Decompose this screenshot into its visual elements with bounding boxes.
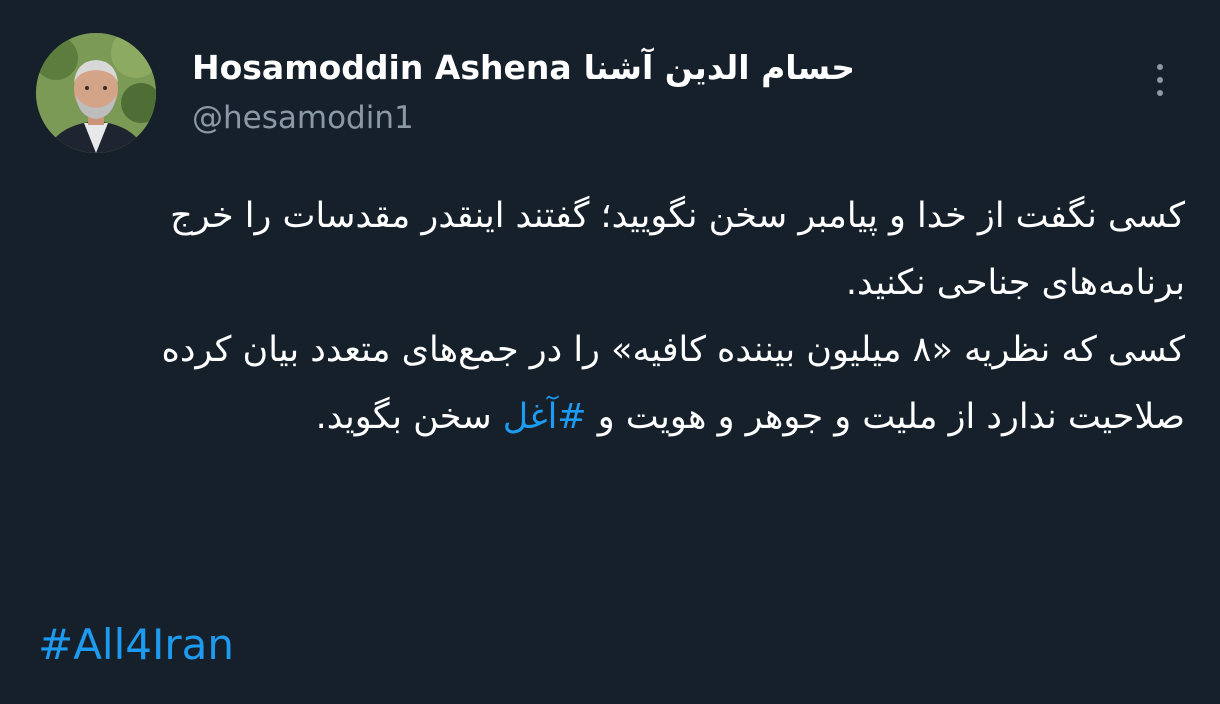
tweet-paragraph-1: کسی نگفت از خدا و پیامبر سخن نگویید؛ گفت… bbox=[170, 196, 1185, 303]
more-dot bbox=[1157, 77, 1163, 83]
avatar[interactable] bbox=[36, 33, 156, 153]
hashtag-link-all4iran[interactable]: #All4Iran bbox=[38, 615, 234, 675]
tweet-text-segment: سخن بگوید. bbox=[315, 397, 503, 437]
more-dot bbox=[1157, 64, 1163, 70]
more-vertical-icon[interactable] bbox=[1148, 62, 1172, 102]
author-name[interactable]: Hosamoddin Ashena حسام الدین آشنا bbox=[192, 46, 855, 90]
author-name-en[interactable]: Hosamoddin Ashena bbox=[192, 48, 572, 87]
author-handle[interactable]: @hesamodin1 bbox=[192, 98, 414, 138]
tweet-paragraph-2: کسی که نظریه «۸ میلیون بیننده کافیه» را … bbox=[40, 317, 1185, 451]
hashtag-link[interactable]: #آغل bbox=[503, 397, 587, 437]
tweet-text: کسی نگفت از خدا و پیامبر سخن نگویید؛ گفت… bbox=[40, 183, 1185, 451]
avatar-image bbox=[36, 33, 156, 153]
author-name-fa[interactable]: حسام الدین آشنا bbox=[584, 48, 855, 87]
tweet-card: Hosamoddin Ashena حسام الدین آشنا @hesamo… bbox=[0, 0, 1220, 704]
more-dot bbox=[1157, 90, 1163, 96]
